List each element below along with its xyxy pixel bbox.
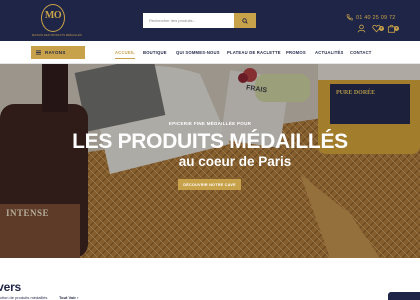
account-button[interactable] bbox=[357, 20, 367, 33]
categories-label: RAYONS bbox=[45, 50, 66, 55]
search-bar bbox=[143, 13, 256, 28]
main-navigation-bar: RAYONS ACCUEIL BOUTIQUE QUI SOMMES-NOUS … bbox=[0, 41, 420, 64]
categories-dropdown-button[interactable]: RAYONS bbox=[31, 46, 85, 59]
nav-item-actualites[interactable]: ACTUALITÉS bbox=[315, 50, 344, 55]
search-input[interactable] bbox=[143, 13, 234, 28]
nav-item-qui-sommes-nous[interactable]: QUI SOMMES-NOUS bbox=[176, 50, 220, 55]
nav-item-boutique[interactable]: BOUTIQUE bbox=[143, 50, 167, 55]
logo-monogram: MO bbox=[44, 10, 62, 21]
section-subtitle: ction de produits médaillés bbox=[0, 295, 48, 300]
cart-count-badge: 0 bbox=[394, 26, 399, 31]
nav-item-promos[interactable]: PROMOS bbox=[286, 50, 306, 55]
nav-item-contact[interactable]: CONTACT bbox=[350, 50, 372, 55]
carousel-control[interactable] bbox=[388, 292, 420, 300]
site-logo[interactable]: MO MAISON DES PRODUITS MÉDAILLÉS bbox=[32, 3, 82, 39]
top-header-bar: MO MAISON DES PRODUITS MÉDAILLÉS 01 40 2… bbox=[0, 0, 420, 41]
phone-icon bbox=[346, 14, 353, 21]
hero-banner: INTENSE FRAIS PURE DORÉE EPICERIE FINE M… bbox=[0, 64, 420, 258]
hero-title: LES PRODUITS MÉDAILLÉS bbox=[72, 130, 348, 153]
see-all-link[interactable]: Tout Voir › bbox=[59, 295, 78, 300]
menu-icon bbox=[36, 50, 41, 55]
hero-subtitle: au coeur de Paris bbox=[178, 154, 292, 169]
wishlist-count-badge: 0 bbox=[379, 26, 384, 31]
nav-item-accueil[interactable]: ACCUEIL bbox=[115, 50, 136, 59]
wishlist-button[interactable]: 0 bbox=[372, 20, 384, 33]
logo-tagline: MAISON DES PRODUITS MÉDAILLÉS bbox=[32, 34, 82, 37]
header-icons: 0 0 bbox=[357, 20, 399, 33]
product-section: ivers ction de produits médaillés Tout V… bbox=[0, 258, 420, 300]
cart-button[interactable]: 0 bbox=[387, 20, 399, 33]
hero-kicker: EPICERIE FINE MÉDAILLÉE POUR bbox=[168, 121, 252, 126]
discover-cellar-button[interactable]: DÉCOUVRIR NOTRE CAVE bbox=[178, 179, 241, 190]
search-button[interactable] bbox=[234, 13, 256, 28]
section-title: ivers bbox=[0, 280, 22, 294]
nav-item-plateau-de-raclette[interactable]: PLATEAU DE RACLETTE bbox=[227, 50, 281, 55]
search-icon bbox=[242, 17, 248, 24]
user-icon bbox=[357, 24, 366, 33]
